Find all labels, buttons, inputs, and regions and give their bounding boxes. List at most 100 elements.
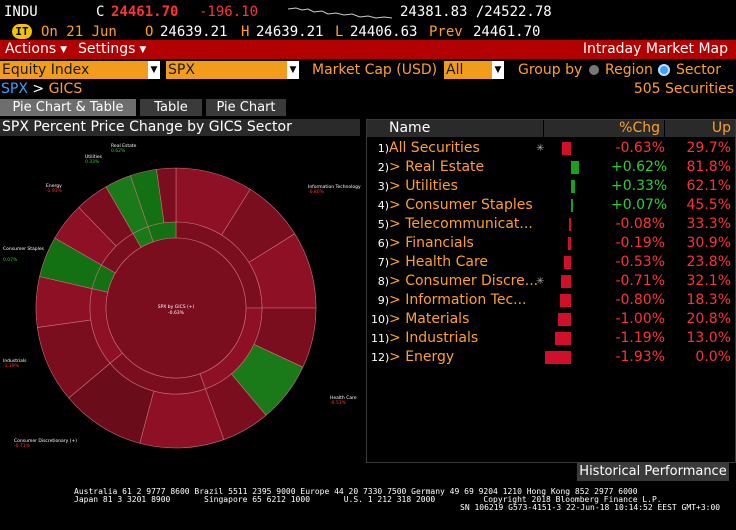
breadcrumb-sep: >	[32, 81, 45, 97]
security-count: 505 Securities	[633, 81, 734, 97]
col-header-name[interactable]: Name	[367, 120, 543, 137]
change-bar	[569, 218, 571, 231]
expand-chevron-icon[interactable]: >	[389, 178, 405, 194]
table-row[interactable]: 1) All Securities ✳ -0.63% 29.7%	[367, 139, 735, 158]
table-row[interactable]: 11) > Industrials -1.19% 13.0%	[367, 329, 735, 348]
change-bar	[544, 351, 571, 364]
row-name[interactable]: > Health Care	[389, 253, 539, 272]
row-index: 11)	[371, 332, 390, 345]
row-name-text: Information Tec...	[405, 292, 527, 308]
row-name-text: Consumer Discre...	[405, 273, 539, 289]
expand-chevron-icon[interactable]: >	[389, 235, 405, 251]
row-name[interactable]: All Securities	[389, 139, 539, 158]
row-name-text: Materials	[405, 311, 470, 327]
change-bar	[560, 294, 571, 307]
label-info-tech-value: -0.80%	[308, 189, 325, 195]
expand-chevron-icon[interactable]: >	[389, 197, 405, 213]
row-pct-change: -0.53%	[615, 254, 665, 270]
row-pct-change: -0.19%	[615, 235, 665, 251]
row-pct-change: +0.07%	[611, 197, 668, 213]
row-name[interactable]: > Financials	[389, 234, 539, 253]
label-energy-value: -1.93%	[46, 188, 63, 194]
tab-pie-chart-table[interactable]: Pie Chart & Table	[0, 99, 136, 116]
expand-chevron-icon[interactable]: >	[389, 311, 405, 327]
row-pct-up: 13.0%	[686, 330, 731, 346]
row-index: 3)	[377, 180, 389, 193]
row-name[interactable]: > Consumer Discre...	[389, 272, 539, 291]
size-label: Market Cap (USD)	[312, 62, 438, 78]
historical-performance-button[interactable]: Historical Performance	[577, 463, 729, 481]
row-name-text: Financials	[405, 235, 474, 251]
row-name-text: Telecommunicat...	[405, 216, 533, 232]
chevron-down-icon: ▼	[492, 61, 504, 79]
change-bar	[568, 237, 571, 250]
universe-value: Equity Index	[2, 62, 90, 78]
row-name-text: Utilities	[405, 178, 458, 194]
index-select[interactable]: SPX ▼	[166, 61, 299, 79]
index-value: SPX	[168, 62, 195, 78]
change-bar	[562, 142, 571, 155]
row-name[interactable]: > Materials	[389, 310, 539, 329]
breadcrumb: SPX > GICS	[1, 81, 82, 98]
change-bar	[561, 275, 571, 288]
row-name[interactable]: > Telecommunicat...	[389, 215, 539, 234]
sector-sunburst-chart[interactable]: SPX by GICS (+) -0.63% Real Estate 0.62%…	[0, 138, 362, 468]
label-consumer-discretionary-value: -0.71%	[14, 443, 31, 449]
expand-chevron-icon[interactable]: >	[389, 216, 405, 232]
label-utilities-value: 0.33%	[85, 159, 100, 165]
table-row[interactable]: 5) > Telecommunicat... -0.08% 33.3%	[367, 215, 735, 234]
net-change: -196.10	[199, 4, 259, 20]
low-value: 24406.63	[350, 24, 418, 40]
table-row[interactable]: 9) > Information Tec... -0.80% 18.3%	[367, 291, 735, 310]
row-pct-up: 33.3%	[686, 216, 731, 232]
row-name-text: Energy	[405, 349, 455, 365]
expand-chevron-icon[interactable]: >	[389, 292, 405, 308]
chevron-down-icon: ▼	[148, 61, 160, 79]
table-row[interactable]: 2) > Real Estate +0.62% 81.8%	[367, 158, 735, 177]
col-header-chg[interactable]: %Chg	[544, 120, 664, 137]
size-select[interactable]: All ▼	[444, 61, 504, 79]
expand-chevron-icon[interactable]: >	[389, 273, 405, 289]
table-row[interactable]: 6) > Financials -0.19% 30.9%	[367, 234, 735, 253]
breadcrumb-root[interactable]: SPX	[1, 81, 28, 97]
open-label: O	[145, 24, 154, 40]
row-name[interactable]: > Energy	[389, 348, 539, 367]
change-bar	[557, 313, 571, 326]
row-name[interactable]: > Consumer Staples	[389, 196, 539, 215]
table-row[interactable]: 8) > Consumer Discre... ✳ -0.71% 32.1%	[367, 272, 735, 291]
region-radio[interactable]	[589, 65, 599, 75]
breadcrumb-leaf: GICS	[48, 81, 83, 97]
tab-table[interactable]: Table	[140, 99, 202, 116]
table-row[interactable]: 3) > Utilities +0.33% 62.1%	[367, 177, 735, 196]
row-name[interactable]: > Industrials	[389, 329, 539, 348]
row-pct-up: 62.1%	[686, 178, 731, 194]
chart-title: SPX Percent Price Change by GICS Sector	[0, 119, 360, 136]
expand-chevron-icon[interactable]: >	[389, 159, 405, 175]
col-header-up[interactable]: Up	[665, 120, 735, 137]
table-row[interactable]: 4) > Consumer Staples +0.07% 45.5%	[367, 196, 735, 215]
chart-center-value: -0.63%	[168, 310, 185, 316]
table-row[interactable]: 12) > Energy -1.93% 0.0%	[367, 348, 735, 367]
row-name[interactable]: > Real Estate	[389, 158, 539, 177]
size-value: All	[446, 62, 464, 78]
row-name[interactable]: > Information Tec...	[389, 291, 539, 310]
table-row[interactable]: 10) > Materials -1.00% 20.8%	[367, 310, 735, 329]
change-bar	[571, 161, 580, 174]
table-row[interactable]: 7) > Health Care -0.53% 23.8%	[367, 253, 735, 272]
universe-select[interactable]: Equity Index ▼	[0, 61, 160, 79]
expand-chevron-icon[interactable]: >	[389, 349, 405, 365]
function-title: Intraday Market Map	[582, 41, 728, 57]
open-value: 24639.21	[160, 24, 228, 40]
change-bar	[571, 199, 573, 212]
tab-pie-chart[interactable]: Pie Chart	[206, 99, 286, 116]
label-industrials-value: -1.19%	[3, 363, 20, 369]
settings-menu[interactable]: Settings ▼	[78, 40, 146, 59]
expand-chevron-icon[interactable]: >	[389, 254, 405, 270]
expand-chevron-icon[interactable]: >	[389, 330, 405, 346]
sector-radio[interactable]	[658, 64, 670, 76]
bloomberg-badge-icon[interactable]: IT	[12, 24, 32, 39]
row-index: 8)	[377, 275, 389, 288]
actions-menu[interactable]: Actions ▼	[5, 40, 67, 59]
change-bar	[563, 256, 571, 269]
row-name[interactable]: > Utilities	[389, 177, 539, 196]
